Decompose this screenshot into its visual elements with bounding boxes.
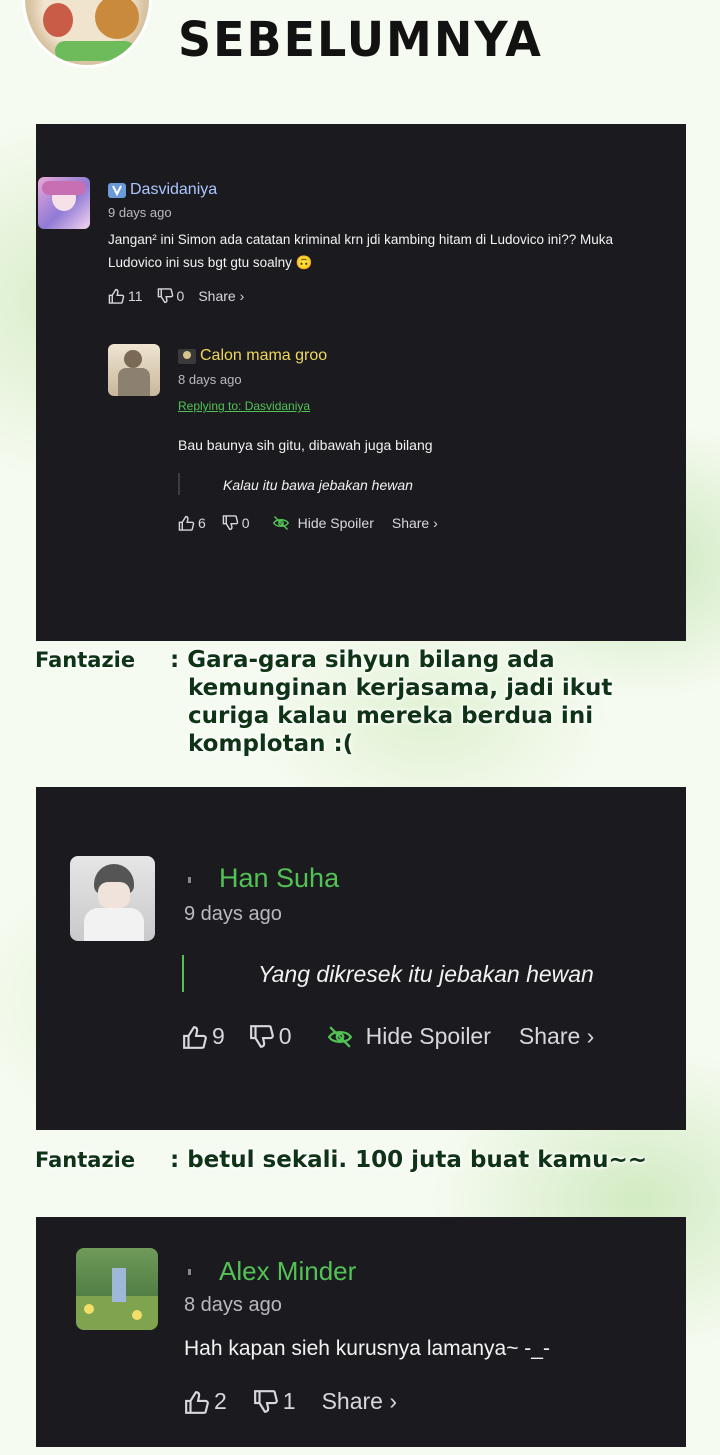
note-speaker: Fantazie [35, 648, 136, 672]
header-avatar [22, 0, 152, 68]
badge-icon [108, 182, 126, 198]
like-count: 9 [212, 1023, 225, 1049]
hide-spoiler-button[interactable]: Hide Spoiler [272, 515, 374, 531]
page-title: SEBELUMNYA [178, 10, 543, 68]
avatar[interactable] [70, 856, 155, 941]
share-button[interactable]: Share › [392, 515, 438, 531]
like-button[interactable]: 2 [184, 1388, 227, 1415]
comment-username[interactable]: Dasvidaniya [130, 181, 217, 199]
thumbs-down-icon [222, 515, 239, 531]
reply-avatar[interactable] [108, 344, 160, 396]
comment-time: 9 days ago [108, 205, 172, 220]
dislike-count: 0 [241, 515, 250, 531]
share-button[interactable]: Share › [198, 288, 244, 304]
reply-time: 8 days ago [178, 372, 242, 387]
thumbs-down-icon [249, 1024, 274, 1048]
badge-icon [178, 348, 196, 364]
dislike-count: 1 [282, 1388, 296, 1414]
reply-username[interactable]: Calon mama groo [200, 347, 327, 365]
hide-spoiler-label: Hide Spoiler [365, 1023, 491, 1049]
note-speaker: Fantazie [35, 1148, 136, 1172]
share-button[interactable]: Share › [322, 1388, 397, 1415]
thumbs-up-icon [185, 1390, 209, 1414]
like-button[interactable]: 11 [108, 288, 143, 304]
like-count: 6 [198, 515, 206, 531]
badge-icon [188, 1269, 191, 1275]
share-button[interactable]: Share › [519, 1023, 594, 1050]
reply-text: Bau baunya sih gitu, dibawah juga bilang [178, 437, 433, 453]
note-line: : betul sekali. 100 juta buat kamu~~ [170, 1147, 648, 1173]
comment-time: 8 days ago [184, 1294, 282, 1316]
eye-off-icon [327, 1025, 352, 1048]
hide-spoiler-button[interactable]: Hide Spoiler [326, 1023, 491, 1050]
thumbs-down-icon [253, 1389, 278, 1413]
commentary-note-1: Fantazie : Gara-gara sihyun bilang ada k… [0, 646, 720, 766]
spoiler-text: Yang dikresek itu jebakan hewan [258, 961, 594, 987]
comment-card-3: Alex Minder 8 days ago Hah kapan sieh ku… [36, 1217, 686, 1447]
dislike-button[interactable]: 0 [249, 1023, 292, 1050]
comment-text-line-1: Jangan² ini Simon ada catatan kriminal k… [108, 232, 614, 247]
badge-icon [188, 877, 191, 883]
spoiler-bar [178, 473, 180, 495]
like-count: 11 [128, 288, 143, 304]
note-line: komplotan :( [188, 731, 354, 757]
note-line: curiga kalau mereka berdua ini [188, 703, 594, 729]
thumbs-up-icon [108, 288, 125, 304]
spoiler-text: Kalau itu bawa jebakan hewan [223, 477, 413, 493]
thumbs-up-icon [183, 1025, 207, 1049]
spoiler-bar [182, 955, 184, 992]
hide-spoiler-label: Hide Spoiler [297, 515, 374, 531]
eye-off-icon [272, 515, 289, 531]
comment-username[interactable]: Alex Minder [219, 1256, 356, 1287]
like-count: 2 [214, 1388, 227, 1414]
dislike-button[interactable]: 0 [157, 288, 185, 304]
note-line: : Gara-gara sihyun bilang ada [170, 647, 555, 673]
dislike-button[interactable]: 0 [222, 515, 250, 531]
thumbs-up-icon [178, 515, 195, 531]
comment-text-line-2: Ludovico ini sus bgt gtu soalny 🙃 [108, 255, 313, 270]
comment-username[interactable]: Han Suha [219, 863, 339, 894]
dislike-count: 0 [176, 288, 185, 304]
comment-card-2: Han Suha 9 days ago Yang dikresek itu je… [36, 787, 686, 1130]
like-button[interactable]: 6 [178, 515, 206, 531]
note-line: kemunginan kerjasama, jadi ikut [188, 675, 613, 701]
comment-text: Hah kapan sieh kurusnya lamanya~ -_- [184, 1337, 550, 1360]
avatar[interactable] [76, 1248, 158, 1330]
replying-to-link[interactable]: Replying to: Dasvidaniya [178, 399, 310, 413]
comment-card-1: Dasvidaniya 9 days ago Jangan² ini Simon… [36, 124, 686, 641]
commentary-note-2: Fantazie : betul sekali. 100 juta buat k… [0, 1146, 720, 1182]
like-button[interactable]: 9 [182, 1023, 225, 1050]
thumbs-down-icon [157, 288, 173, 304]
avatar[interactable] [38, 177, 90, 229]
comment-time: 9 days ago [184, 903, 282, 925]
dislike-button[interactable]: 1 [253, 1388, 296, 1415]
dislike-count: 0 [278, 1023, 292, 1049]
